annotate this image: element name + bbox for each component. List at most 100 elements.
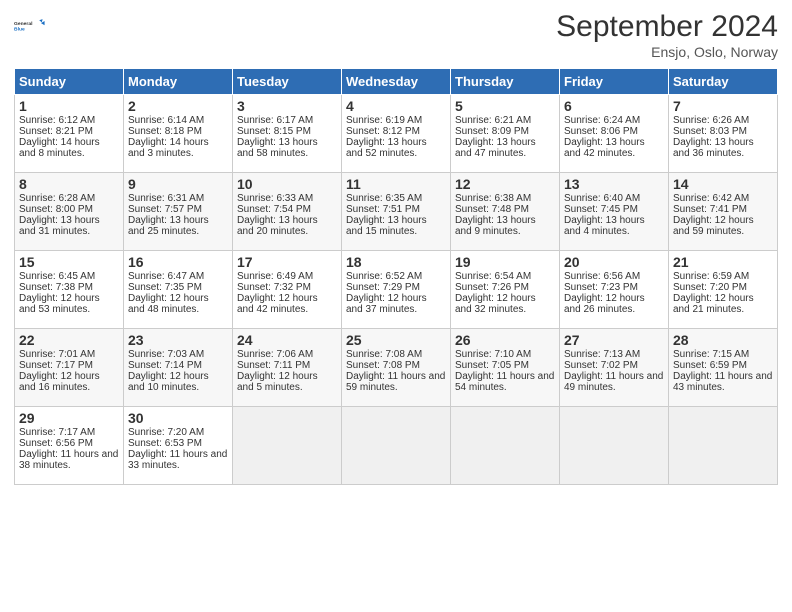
day-number: 17 <box>237 254 337 270</box>
daylight: Daylight: 12 hours and 53 minutes. <box>19 293 100 315</box>
sunset: Sunset: 7:48 PM <box>455 204 529 215</box>
calendar-cell: 5 Sunrise: 6:21 AM Sunset: 8:09 PM Dayli… <box>451 95 560 173</box>
daylight: Daylight: 12 hours and 10 minutes. <box>128 371 209 393</box>
calendar-cell <box>233 407 342 485</box>
day-number: 10 <box>237 176 337 192</box>
calendar-cell: 2 Sunrise: 6:14 AM Sunset: 8:18 PM Dayli… <box>124 95 233 173</box>
day-number: 3 <box>237 98 337 114</box>
calendar-cell: 1 Sunrise: 6:12 AM Sunset: 8:21 PM Dayli… <box>15 95 124 173</box>
calendar-cell: 22 Sunrise: 7:01 AM Sunset: 7:17 PM Dayl… <box>15 329 124 407</box>
calendar-cell: 28 Sunrise: 7:15 AM Sunset: 6:59 PM Dayl… <box>669 329 778 407</box>
calendar-cell: 10 Sunrise: 6:33 AM Sunset: 7:54 PM Dayl… <box>233 173 342 251</box>
sunrise: Sunrise: 6:31 AM <box>128 193 204 204</box>
daylight: Daylight: 11 hours and 38 minutes. <box>19 449 118 471</box>
day-number: 8 <box>19 176 119 192</box>
col-wednesday: Wednesday <box>342 69 451 95</box>
day-number: 9 <box>128 176 228 192</box>
sunset: Sunset: 7:41 PM <box>673 204 747 215</box>
sunset: Sunset: 7:35 PM <box>128 282 202 293</box>
calendar-cell: 7 Sunrise: 6:26 AM Sunset: 8:03 PM Dayli… <box>669 95 778 173</box>
daylight: Daylight: 13 hours and 25 minutes. <box>128 215 209 237</box>
sunrise: Sunrise: 6:52 AM <box>346 271 422 282</box>
calendar-cell: 19 Sunrise: 6:54 AM Sunset: 7:26 PM Dayl… <box>451 251 560 329</box>
svg-text:Blue: Blue <box>14 27 25 33</box>
sunrise: Sunrise: 6:26 AM <box>673 115 749 126</box>
daylight: Daylight: 11 hours and 43 minutes. <box>673 371 772 393</box>
calendar-cell: 12 Sunrise: 6:38 AM Sunset: 7:48 PM Dayl… <box>451 173 560 251</box>
day-number: 4 <box>346 98 446 114</box>
calendar-cell: 17 Sunrise: 6:49 AM Sunset: 7:32 PM Dayl… <box>233 251 342 329</box>
calendar-cell <box>669 407 778 485</box>
calendar-table: Sunday Monday Tuesday Wednesday Thursday… <box>14 68 778 485</box>
sunrise: Sunrise: 6:45 AM <box>19 271 95 282</box>
sunrise: Sunrise: 6:17 AM <box>237 115 313 126</box>
sunrise: Sunrise: 6:59 AM <box>673 271 749 282</box>
day-number: 22 <box>19 332 119 348</box>
sunset: Sunset: 7:14 PM <box>128 360 202 371</box>
day-number: 18 <box>346 254 446 270</box>
sunset: Sunset: 8:15 PM <box>237 126 311 137</box>
daylight: Daylight: 14 hours and 8 minutes. <box>19 137 100 159</box>
sunset: Sunset: 6:53 PM <box>128 438 202 449</box>
calendar-cell: 8 Sunrise: 6:28 AM Sunset: 8:00 PM Dayli… <box>15 173 124 251</box>
col-sunday: Sunday <box>15 69 124 95</box>
calendar-cell: 25 Sunrise: 7:08 AM Sunset: 7:08 PM Dayl… <box>342 329 451 407</box>
sunrise: Sunrise: 6:54 AM <box>455 271 531 282</box>
day-number: 25 <box>346 332 446 348</box>
sunrise: Sunrise: 7:06 AM <box>237 349 313 360</box>
daylight: Daylight: 13 hours and 36 minutes. <box>673 137 754 159</box>
calendar-cell <box>451 407 560 485</box>
day-number: 24 <box>237 332 337 348</box>
logo-icon: General Blue <box>14 10 46 42</box>
daylight: Daylight: 12 hours and 5 minutes. <box>237 371 318 393</box>
calendar-cell: 21 Sunrise: 6:59 AM Sunset: 7:20 PM Dayl… <box>669 251 778 329</box>
calendar-cell: 3 Sunrise: 6:17 AM Sunset: 8:15 PM Dayli… <box>233 95 342 173</box>
sunrise: Sunrise: 6:33 AM <box>237 193 313 204</box>
daylight: Daylight: 13 hours and 42 minutes. <box>564 137 645 159</box>
sunset: Sunset: 7:02 PM <box>564 360 638 371</box>
daylight: Daylight: 13 hours and 31 minutes. <box>19 215 100 237</box>
calendar-week-4: 22 Sunrise: 7:01 AM Sunset: 7:17 PM Dayl… <box>15 329 778 407</box>
daylight: Daylight: 12 hours and 59 minutes. <box>673 215 754 237</box>
daylight: Daylight: 13 hours and 58 minutes. <box>237 137 318 159</box>
calendar-cell: 26 Sunrise: 7:10 AM Sunset: 7:05 PM Dayl… <box>451 329 560 407</box>
calendar-cell: 20 Sunrise: 6:56 AM Sunset: 7:23 PM Dayl… <box>560 251 669 329</box>
sunrise: Sunrise: 6:38 AM <box>455 193 531 204</box>
sunset: Sunset: 7:54 PM <box>237 204 311 215</box>
day-number: 15 <box>19 254 119 270</box>
header: General Blue September 2024 Ensjo, Oslo,… <box>14 10 778 60</box>
daylight: Daylight: 12 hours and 21 minutes. <box>673 293 754 315</box>
daylight: Daylight: 12 hours and 32 minutes. <box>455 293 536 315</box>
sunset: Sunset: 8:18 PM <box>128 126 202 137</box>
calendar-cell: 30 Sunrise: 7:20 AM Sunset: 6:53 PM Dayl… <box>124 407 233 485</box>
sunrise: Sunrise: 7:10 AM <box>455 349 531 360</box>
logo: General Blue <box>14 10 46 42</box>
calendar-cell: 14 Sunrise: 6:42 AM Sunset: 7:41 PM Dayl… <box>669 173 778 251</box>
daylight: Daylight: 11 hours and 59 minutes. <box>346 371 445 393</box>
calendar-cell: 24 Sunrise: 7:06 AM Sunset: 7:11 PM Dayl… <box>233 329 342 407</box>
calendar-week-3: 15 Sunrise: 6:45 AM Sunset: 7:38 PM Dayl… <box>15 251 778 329</box>
day-number: 11 <box>346 176 446 192</box>
day-number: 30 <box>128 410 228 426</box>
day-number: 5 <box>455 98 555 114</box>
daylight: Daylight: 13 hours and 15 minutes. <box>346 215 427 237</box>
sunset: Sunset: 7:26 PM <box>455 282 529 293</box>
sunrise: Sunrise: 7:08 AM <box>346 349 422 360</box>
daylight: Daylight: 13 hours and 52 minutes. <box>346 137 427 159</box>
sunset: Sunset: 7:29 PM <box>346 282 420 293</box>
sunset: Sunset: 7:20 PM <box>673 282 747 293</box>
day-number: 29 <box>19 410 119 426</box>
sunrise: Sunrise: 7:17 AM <box>19 427 95 438</box>
header-row: Sunday Monday Tuesday Wednesday Thursday… <box>15 69 778 95</box>
sunset: Sunset: 7:05 PM <box>455 360 529 371</box>
month-title: September 2024 <box>556 10 778 44</box>
sunset: Sunset: 7:45 PM <box>564 204 638 215</box>
calendar-cell: 16 Sunrise: 6:47 AM Sunset: 7:35 PM Dayl… <box>124 251 233 329</box>
calendar-cell: 15 Sunrise: 6:45 AM Sunset: 7:38 PM Dayl… <box>15 251 124 329</box>
sunset: Sunset: 8:03 PM <box>673 126 747 137</box>
daylight: Daylight: 13 hours and 20 minutes. <box>237 215 318 237</box>
daylight: Daylight: 12 hours and 42 minutes. <box>237 293 318 315</box>
sunset: Sunset: 7:17 PM <box>19 360 93 371</box>
sunrise: Sunrise: 6:35 AM <box>346 193 422 204</box>
daylight: Daylight: 12 hours and 16 minutes. <box>19 371 100 393</box>
